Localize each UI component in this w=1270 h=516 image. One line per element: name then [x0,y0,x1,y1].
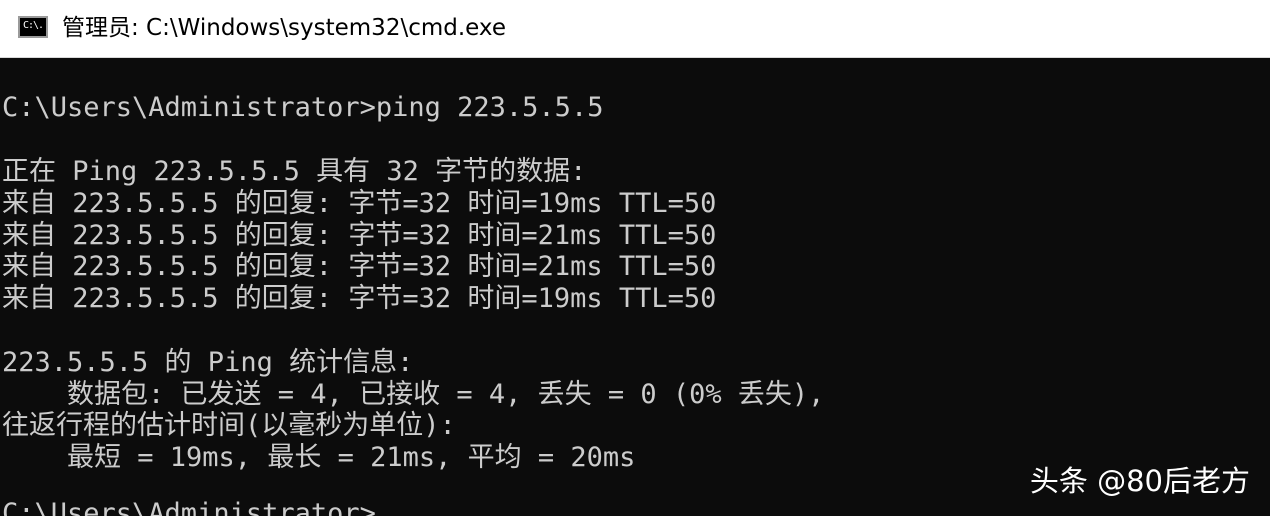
watermark-label: 头条 @80后老方 [1029,464,1250,498]
console-line-packets: 数据包: 已发送 = 4, 已接收 = 4, 丢失 = 0 (0% 丢失), [2,379,825,410]
cmd-console-icon[interactable]: C:\. [18,16,48,38]
console-line-reply: 来自 223.5.5.5 的回复: 字节=32 时间=21ms TTL=50 [2,220,717,251]
console-line-command: C:\Users\Administrator>ping 223.5.5.5 [2,92,604,123]
console-line-reply: 来自 223.5.5.5 的回复: 字节=32 时间=19ms TTL=50 [2,188,717,219]
console-line-ping-header: 正在 Ping 223.5.5.5 具有 32 字节的数据: [2,156,587,187]
console-line-stats-header: 223.5.5.5 的 Ping 统计信息: [2,347,414,378]
console-line-reply: 来自 223.5.5.5 的回复: 字节=32 时间=21ms TTL=50 [2,251,717,282]
cmd-icon-glyph: C:\. [23,20,44,31]
console-line-rtt-header: 往返行程的估计时间(以毫秒为单位): [2,410,456,441]
console-line-prompt: C:\Users\Administrator> [2,498,376,516]
title-bar[interactable]: C:\. 管理员: C:\Windows\system32\cmd.exe [0,0,1270,58]
console-line-rtt-values: 最短 = 19ms, 最长 = 21ms, 平均 = 20ms [2,442,636,473]
console-output[interactable]: C:\Users\Administrator>ping 223.5.5.5 正在… [0,58,1270,516]
cmd-window: C:\. 管理员: C:\Windows\system32\cmd.exe C:… [0,0,1270,516]
console-line-reply: 来自 223.5.5.5 的回复: 字节=32 时间=19ms TTL=50 [2,283,717,314]
window-title: 管理员: C:\Windows\system32\cmd.exe [62,15,506,41]
